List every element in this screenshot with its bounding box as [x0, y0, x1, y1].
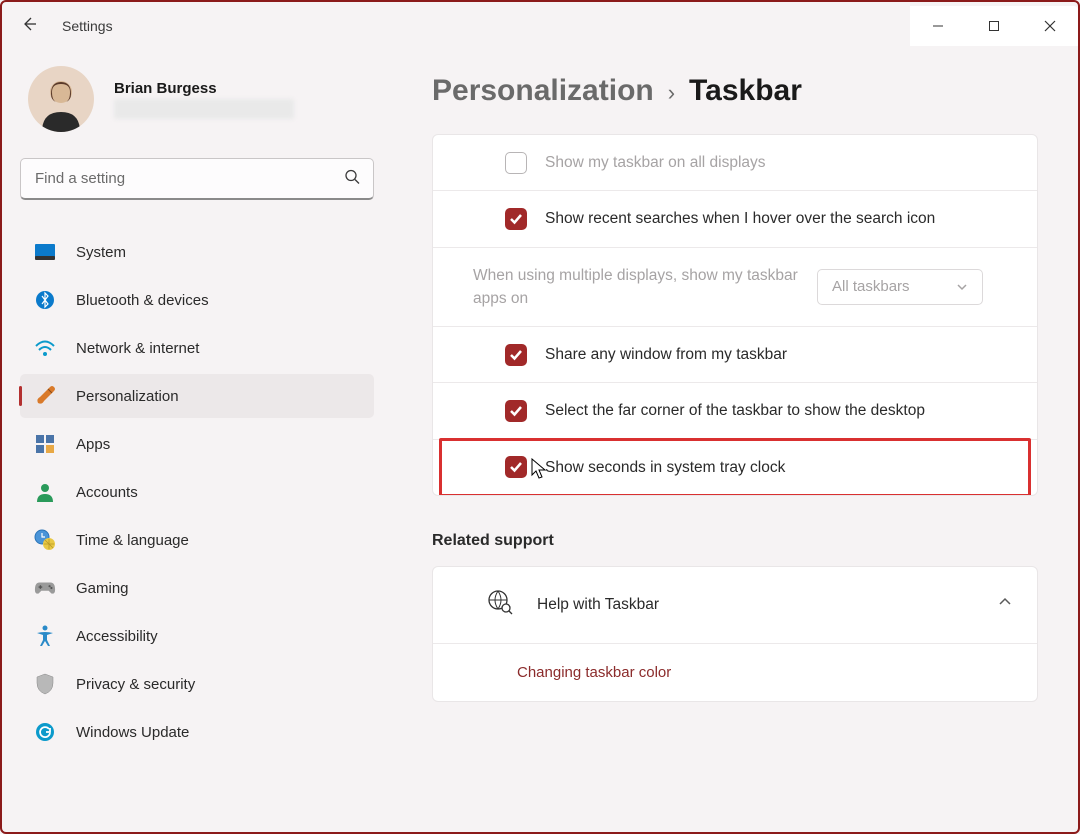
checkbox-checked[interactable] [505, 344, 527, 366]
minimize-button[interactable] [910, 6, 966, 46]
sidebar-item-time[interactable]: Time & language [20, 518, 374, 562]
user-email-blurred [114, 99, 294, 119]
window-title: Settings [62, 18, 113, 34]
sidebar-item-bluetooth[interactable]: Bluetooth & devices [20, 278, 374, 322]
sidebar-item-system[interactable]: System [20, 230, 374, 274]
link-changing-taskbar-color[interactable]: Changing taskbar color [433, 644, 1037, 701]
shield-icon [34, 673, 56, 695]
update-icon [34, 721, 56, 743]
nav-label: Privacy & security [76, 676, 195, 693]
system-icon [34, 241, 56, 263]
setting-show-seconds[interactable]: Show seconds in system tray clock [433, 440, 1037, 495]
avatar[interactable] [28, 66, 94, 132]
gamepad-icon [34, 577, 56, 599]
back-button[interactable] [20, 15, 38, 38]
nav-label: Accessibility [76, 628, 158, 645]
wifi-icon [34, 337, 56, 359]
maximize-button[interactable] [966, 6, 1022, 46]
related-support-heading: Related support [432, 532, 1038, 550]
search-icon [344, 169, 360, 190]
sidebar-item-update[interactable]: Windows Update [20, 710, 374, 754]
bluetooth-icon [34, 289, 56, 311]
paintbrush-icon [34, 385, 56, 407]
breadcrumb-current: Taskbar [689, 74, 802, 108]
setting-share-window[interactable]: Share any window from my taskbar [433, 327, 1037, 383]
globe-search-icon [487, 589, 513, 621]
close-button[interactable] [1022, 6, 1078, 46]
checkbox-checked[interactable] [505, 400, 527, 422]
person-icon [34, 481, 56, 503]
nav-label: Bluetooth & devices [76, 292, 209, 309]
nav-label: Apps [76, 436, 110, 453]
sidebar-item-gaming[interactable]: Gaming [20, 566, 374, 610]
nav-label: Windows Update [76, 724, 189, 741]
nav-label: Gaming [76, 580, 129, 597]
setting-recent-searches[interactable]: Show recent searches when I hover over t… [433, 191, 1037, 247]
nav-label: Network & internet [76, 340, 199, 357]
accessibility-icon [34, 625, 56, 647]
nav-label: Time & language [76, 532, 189, 549]
apps-icon [34, 433, 56, 455]
sidebar-item-privacy[interactable]: Privacy & security [20, 662, 374, 706]
clock-globe-icon [34, 529, 56, 551]
sidebar-item-accounts[interactable]: Accounts [20, 470, 374, 514]
breadcrumb: Personalization › Taskbar [432, 74, 1038, 108]
sidebar-item-personalization[interactable]: Personalization [20, 374, 374, 418]
checkbox-unchecked [505, 152, 527, 174]
breadcrumb-parent[interactable]: Personalization [432, 74, 654, 108]
help-taskbar-expander[interactable]: Help with Taskbar [433, 567, 1037, 644]
sidebar-item-apps[interactable]: Apps [20, 422, 374, 466]
sidebar-item-accessibility[interactable]: Accessibility [20, 614, 374, 658]
chevron-down-icon [956, 281, 968, 293]
breadcrumb-separator: › [668, 80, 675, 106]
sidebar-item-network[interactable]: Network & internet [20, 326, 374, 370]
checkbox-checked[interactable] [505, 208, 527, 230]
checkbox-checked[interactable] [505, 456, 527, 478]
nav-label: Accounts [76, 484, 138, 501]
setting-multi-display: When using multiple displays, show my ta… [433, 248, 1037, 328]
setting-far-corner[interactable]: Select the far corner of the taskbar to … [433, 383, 1037, 439]
setting-show-all-displays: Show my taskbar on all displays [433, 135, 1037, 191]
nav-label: Personalization [76, 388, 179, 405]
dropdown-taskbar-apps: All taskbars [817, 269, 983, 305]
user-name: Brian Burgess [114, 80, 294, 97]
search-input[interactable] [20, 158, 374, 200]
nav-label: System [76, 244, 126, 261]
chevron-up-icon [997, 594, 1013, 615]
